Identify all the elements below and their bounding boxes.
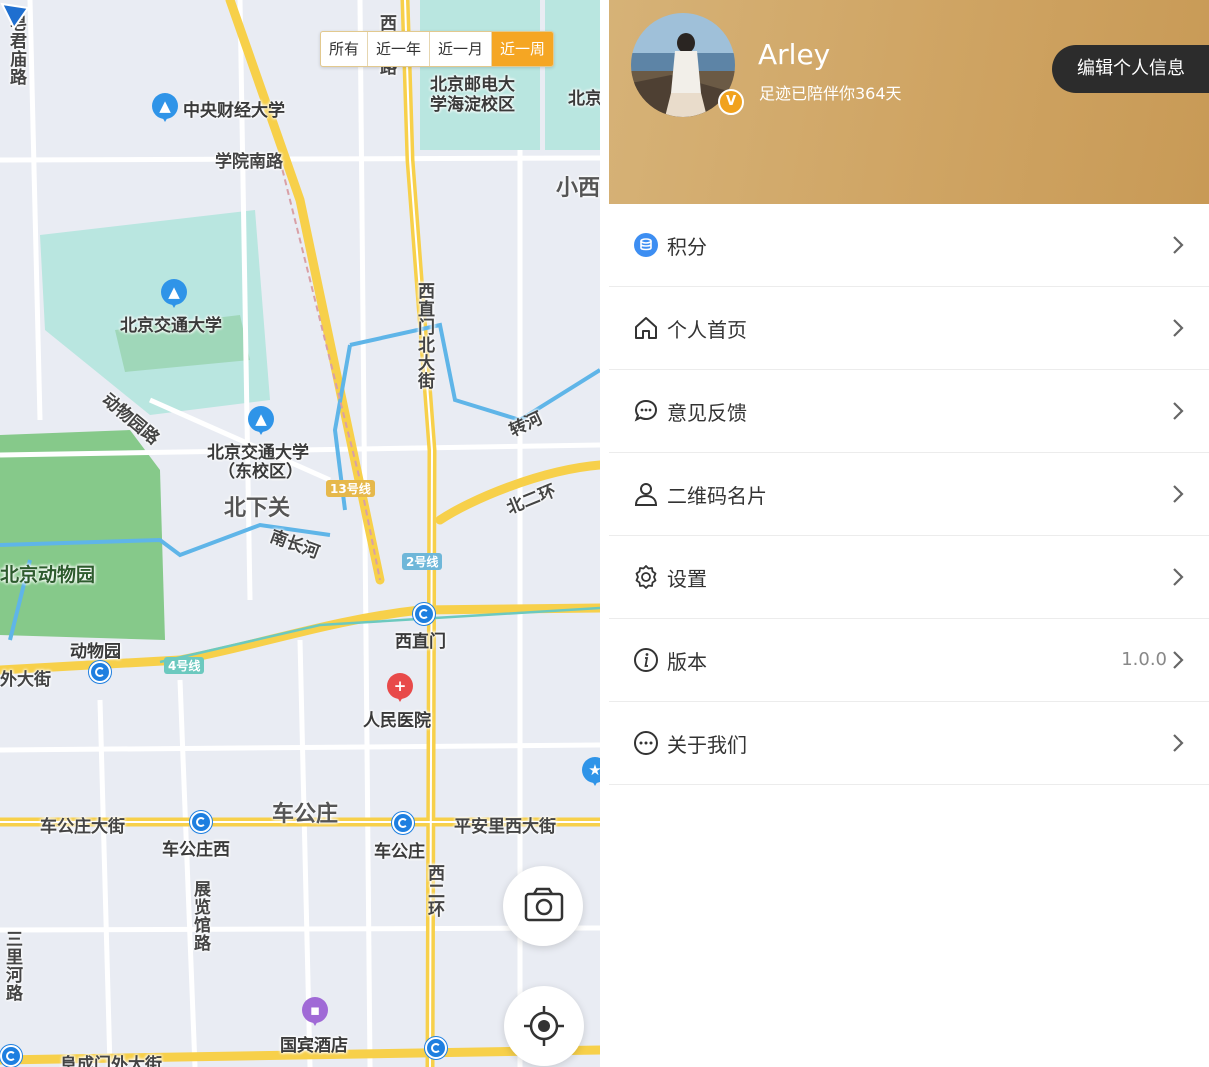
line-13-badge: 13号线 xyxy=(326,480,375,497)
label-xierhuan: 西二环 xyxy=(424,864,444,918)
label-bei-edge: 北京 xyxy=(568,89,600,109)
hospital-pin-icon[interactable]: + xyxy=(387,673,413,702)
menu-item-points[interactable]: 积分 xyxy=(609,204,1209,287)
subway-station-icon[interactable] xyxy=(190,811,212,833)
label-zoo-station: 动物园 xyxy=(70,642,121,662)
menu-item-qrcode[interactable]: 二维码名片 xyxy=(609,453,1209,536)
menu-item-version[interactable]: 版本 1.0.0 xyxy=(609,619,1209,702)
menu-item-feedback[interactable]: 意见反馈 xyxy=(609,370,1209,453)
time-filter: 所有 近一年 近一月 近一周 xyxy=(320,31,555,67)
filter-year[interactable]: 近一年 xyxy=(368,32,431,66)
map-view[interactable]: 皂君庙路 西 城路 中央财经大学 学院南路 北京邮电大 学海淀校区 北京 小西 … xyxy=(0,0,600,1067)
label-bjtu-east-2: （东校区） xyxy=(218,462,303,482)
label-bjtu: 北京交通大学 xyxy=(120,316,222,336)
subway-station-icon[interactable] xyxy=(425,1037,447,1059)
label-xizhimen: 西直门 xyxy=(395,632,446,652)
label-beiyou-2: 学海淀校区 xyxy=(430,95,515,115)
label-waidajie: 外大街 xyxy=(0,670,51,690)
home-icon xyxy=(635,317,657,339)
label-chegongzhuang-xi: 车公庄西 xyxy=(162,840,230,860)
filter-month[interactable]: 近一月 xyxy=(430,32,493,66)
chevron-right-icon xyxy=(1173,568,1184,586)
label-xiao-xi: 小西 xyxy=(556,176,600,201)
label-xizhimen-north: 西直门北大街 xyxy=(414,282,434,390)
hotel-pin-icon[interactable]: ▪ xyxy=(302,997,328,1026)
line-4-badge: 4号线 xyxy=(164,657,205,674)
subway-station-icon[interactable] xyxy=(392,812,414,834)
locate-button[interactable] xyxy=(504,986,584,1066)
more-icon xyxy=(634,731,658,755)
menu-item-label: 个人首页 xyxy=(667,318,747,342)
label-zhanlanguan: 展览馆路 xyxy=(190,880,210,952)
profile-menu: 积分 个人首页 意见反馈 二维码名片 设置 版本 1.0.0 关于我们 xyxy=(609,204,1209,785)
edit-profile-button[interactable]: 编辑个人信息 xyxy=(1052,45,1209,93)
menu-item-settings[interactable]: 设置 xyxy=(609,536,1209,619)
verified-badge: V xyxy=(718,89,744,115)
university-pin-icon[interactable]: ▲ xyxy=(161,279,187,308)
locate-icon xyxy=(524,1006,564,1046)
chevron-right-icon xyxy=(1173,651,1184,669)
menu-item-label: 设置 xyxy=(667,567,707,591)
chevron-right-icon xyxy=(1173,402,1184,420)
label-chegongzhuang: 车公庄 xyxy=(272,802,339,827)
university-pin-icon[interactable]: ▲ xyxy=(248,406,274,435)
menu-item-label: 关于我们 xyxy=(667,733,747,757)
camera-icon xyxy=(524,887,564,922)
label-renmin: 人民医院 xyxy=(363,711,431,731)
label-san-li: 三里河路 xyxy=(2,930,22,1002)
subway-station-icon[interactable] xyxy=(89,661,111,683)
gear-icon xyxy=(635,565,657,589)
filter-all[interactable]: 所有 xyxy=(321,32,369,66)
current-location-arrow-icon xyxy=(0,2,30,30)
chevron-right-icon xyxy=(1173,485,1184,503)
university-pin-icon[interactable]: ▲ xyxy=(152,93,178,122)
star-pin-icon[interactable]: ★ xyxy=(582,757,600,786)
label-beixiaguan: 北下关 xyxy=(224,496,291,521)
coin-icon xyxy=(634,233,658,257)
menu-item-about[interactable]: 关于我们 xyxy=(609,702,1209,785)
label-chegongzhuang-station: 车公庄 xyxy=(374,842,425,862)
username: Arley xyxy=(758,38,831,71)
label-zhongyang: 中央财经大学 xyxy=(183,101,285,121)
label-guobin: 国宾酒店 xyxy=(280,1036,348,1056)
label-xi-top: 西 xyxy=(376,14,396,32)
chat-icon xyxy=(634,399,658,422)
label-zoo: 北京动物园 xyxy=(0,564,96,586)
filter-week[interactable]: 近一周 xyxy=(492,32,554,66)
menu-item-label: 二维码名片 xyxy=(667,484,767,508)
companion-days: 足迹已陪伴你364天 xyxy=(759,84,902,103)
menu-item-label: 版本 xyxy=(667,650,707,674)
subway-station-icon[interactable] xyxy=(413,603,435,625)
chevron-right-icon xyxy=(1173,734,1184,752)
subway-station-icon[interactable] xyxy=(0,1045,22,1067)
version-value: 1.0.0 xyxy=(1121,649,1167,670)
chevron-right-icon xyxy=(1173,236,1184,254)
chevron-right-icon xyxy=(1173,319,1184,337)
profile-header: V Arley 足迹已陪伴你364天 编辑个人信息 xyxy=(609,0,1209,204)
menu-item-homepage[interactable]: 个人首页 xyxy=(609,287,1209,370)
label-xueyuan-nanlu: 学院南路 xyxy=(215,152,283,172)
user-icon xyxy=(634,483,658,506)
label-fuchengmen: 阜成门外大街 xyxy=(60,1055,162,1067)
menu-item-label: 积分 xyxy=(667,235,707,259)
line-2-badge: 2号线 xyxy=(402,553,443,570)
menu-item-label: 意见反馈 xyxy=(667,401,747,425)
info-icon xyxy=(634,648,658,672)
panel-divider xyxy=(600,0,609,1067)
camera-button[interactable] xyxy=(503,866,583,946)
profile-panel: V Arley 足迹已陪伴你364天 编辑个人信息 积分 个人首页 意见反馈 二… xyxy=(609,0,1209,1067)
label-pinganli: 平安里西大街 xyxy=(454,817,556,837)
label-chegongzhuang-dajie: 车公庄大街 xyxy=(40,817,125,837)
